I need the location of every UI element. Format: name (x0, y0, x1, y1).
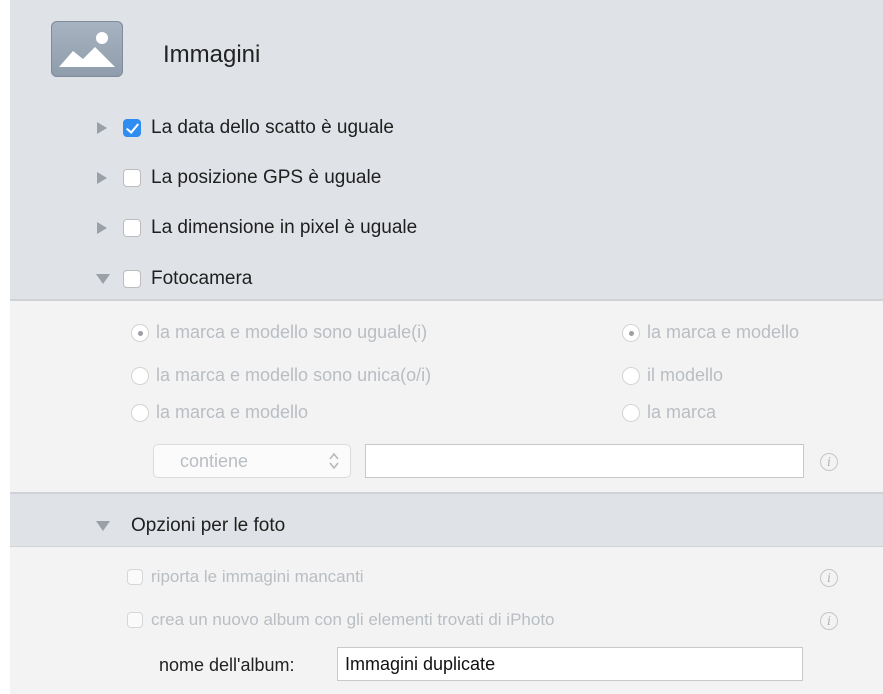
operator-select-value: contiene (180, 450, 249, 471)
radio-label: la marca e modello sono uguale(i) (156, 322, 428, 342)
disclosure-triangle-open-icon[interactable] (96, 274, 110, 284)
pixel-size-checkbox[interactable] (123, 219, 141, 237)
radio-label: la marca e modello (647, 322, 800, 342)
updown-chevron-icon (329, 452, 339, 470)
disclosure-triangle-icon[interactable] (97, 172, 107, 184)
camera-radio-same[interactable]: la marca e modello sono uguale(i) (131, 322, 427, 343)
create-album-label: crea un nuovo album con gli elementi tro… (151, 610, 555, 629)
camera-radio-unique[interactable]: la marca e modello sono unica(o/i) (131, 365, 431, 386)
images-settings-panel: Immagini La data dello scatto è uguale L… (10, 0, 883, 694)
camera-radio-model[interactable]: il modello (622, 365, 723, 386)
radio-button[interactable] (131, 403, 149, 422)
criterion-date: La data dello scatto è uguale (97, 117, 394, 139)
radio-label: il modello (647, 365, 724, 385)
info-icon[interactable]: i (820, 453, 838, 471)
info-icon[interactable]: i (820, 569, 838, 587)
section-title: Immagini (163, 41, 261, 68)
operator-select[interactable]: contiene (153, 444, 351, 478)
radio-button[interactable] (622, 323, 640, 342)
images-section (10, 0, 883, 299)
radio-label: la marca e modello (156, 402, 309, 422)
camera-radio-make-model-left[interactable]: la marca e modello (131, 402, 308, 423)
radio-label: la marca e modello sono unica(o/i) (156, 365, 432, 385)
radio-button[interactable] (622, 366, 640, 385)
photo-options-toggle[interactable]: Opzioni per le foto (96, 515, 285, 537)
criterion-pixel-size: La dimensione in pixel è uguale (97, 217, 417, 239)
gps-label: La posizione GPS è uguale (151, 167, 382, 188)
camera-value-input[interactable] (365, 444, 804, 478)
date-checkbox[interactable] (123, 119, 141, 137)
create-album-checkbox[interactable] (127, 612, 143, 628)
camera-radio-make-model[interactable]: la marca e modello (622, 322, 799, 343)
album-name-input[interactable]: Immagini duplicate (337, 647, 803, 681)
info-icon[interactable]: i (820, 612, 838, 630)
camera-label: Fotocamera (151, 268, 253, 289)
radio-button[interactable] (131, 366, 149, 385)
create-album-option[interactable]: crea un nuovo album con gli elementi tro… (127, 610, 555, 630)
radio-button[interactable] (622, 403, 640, 422)
camera-checkbox[interactable] (123, 270, 141, 288)
radio-button[interactable] (131, 323, 149, 342)
report-missing-checkbox[interactable] (127, 569, 143, 585)
album-name-label: nome dell'album: (159, 655, 295, 675)
criterion-camera: Fotocamera (96, 268, 252, 290)
image-icon (51, 21, 123, 77)
disclosure-triangle-icon[interactable] (97, 222, 107, 234)
disclosure-triangle-icon[interactable] (97, 122, 107, 134)
radio-label: la marca (647, 402, 717, 422)
pixel-size-label: La dimensione in pixel è uguale (151, 217, 418, 238)
date-label: La data dello scatto è uguale (151, 117, 394, 138)
photo-options-title: Opzioni per le foto (131, 515, 286, 536)
report-missing-label: riporta le immagini mancanti (151, 567, 364, 586)
criterion-gps: La posizione GPS è uguale (97, 167, 381, 189)
disclosure-triangle-open-icon[interactable] (96, 521, 110, 531)
gps-checkbox[interactable] (123, 169, 141, 187)
camera-radio-make[interactable]: la marca (622, 402, 716, 423)
report-missing-option[interactable]: riporta le immagini mancanti (127, 567, 364, 587)
